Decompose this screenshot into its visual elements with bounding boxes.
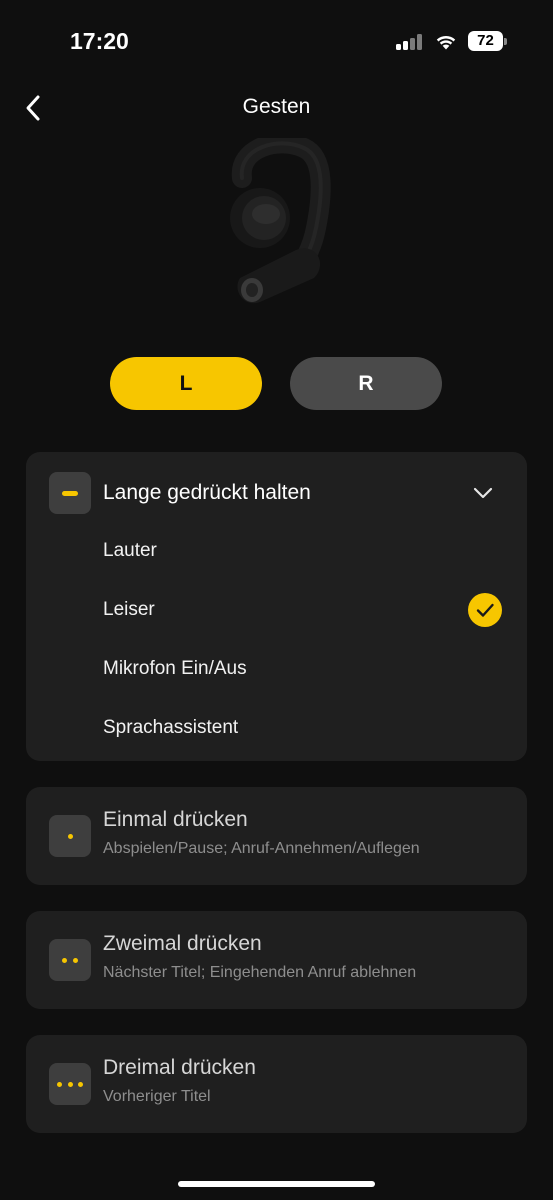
option-leiser[interactable]: Leiser [26,581,527,640]
single-press-title: Einmal drücken [103,808,248,831]
option-label: Leiser [103,599,155,620]
long-press-card: Lange gedrückt halten Lauter Leiser Mikr… [26,452,527,761]
wifi-icon [436,35,456,50]
dash-icon [49,472,91,514]
battery-icon: 72 [468,31,508,51]
page-title: Gesten [242,95,311,118]
status-time: 17:20 [70,28,129,54]
checkmark-icon [468,593,502,627]
cellular-signal-icon [396,34,424,50]
triple-press-title: Dreimal drücken [103,1056,256,1079]
option-label: Mikrofon Ein/Aus [103,658,247,679]
single-press-card[interactable]: Einmal drücken Abspielen/Pause; Anruf-An… [26,787,527,885]
option-sprachassistent[interactable]: Sprachassistent [26,699,527,758]
triple-press-card[interactable]: Dreimal drücken Vorheriger Titel [26,1035,527,1133]
status-bar: 17:20 72 [0,0,553,80]
home-indicator[interactable] [178,1181,375,1187]
single-press-subtitle: Abspielen/Pause; Anruf-Annehmen/Auflegen [103,840,420,857]
two-dots-icon [49,939,91,981]
battery-level: 72 [468,31,503,51]
three-dots-icon [49,1063,91,1105]
option-lauter[interactable]: Lauter [26,522,527,581]
double-press-card[interactable]: Zweimal drücken Nächster Titel; Eingehen… [26,911,527,1009]
long-press-title: Lange gedrückt halten [103,481,311,504]
triple-press-subtitle: Vorheriger Titel [103,1088,211,1105]
one-dot-icon [49,815,91,857]
option-mikrofon[interactable]: Mikrofon Ein/Aus [26,640,527,699]
left-earbud-button[interactable]: L [110,357,262,410]
option-label: Sprachassistent [103,717,239,738]
right-earbud-button[interactable]: R [290,357,442,410]
double-press-title: Zweimal drücken [103,932,262,955]
double-press-subtitle: Nächster Titel; Eingehenden Anruf ablehn… [103,964,417,981]
chevron-down-icon[interactable] [472,482,494,504]
earbud-image [230,138,331,304]
long-press-header[interactable]: Lange gedrückt halten [26,452,527,532]
option-label: Lauter [103,540,157,561]
